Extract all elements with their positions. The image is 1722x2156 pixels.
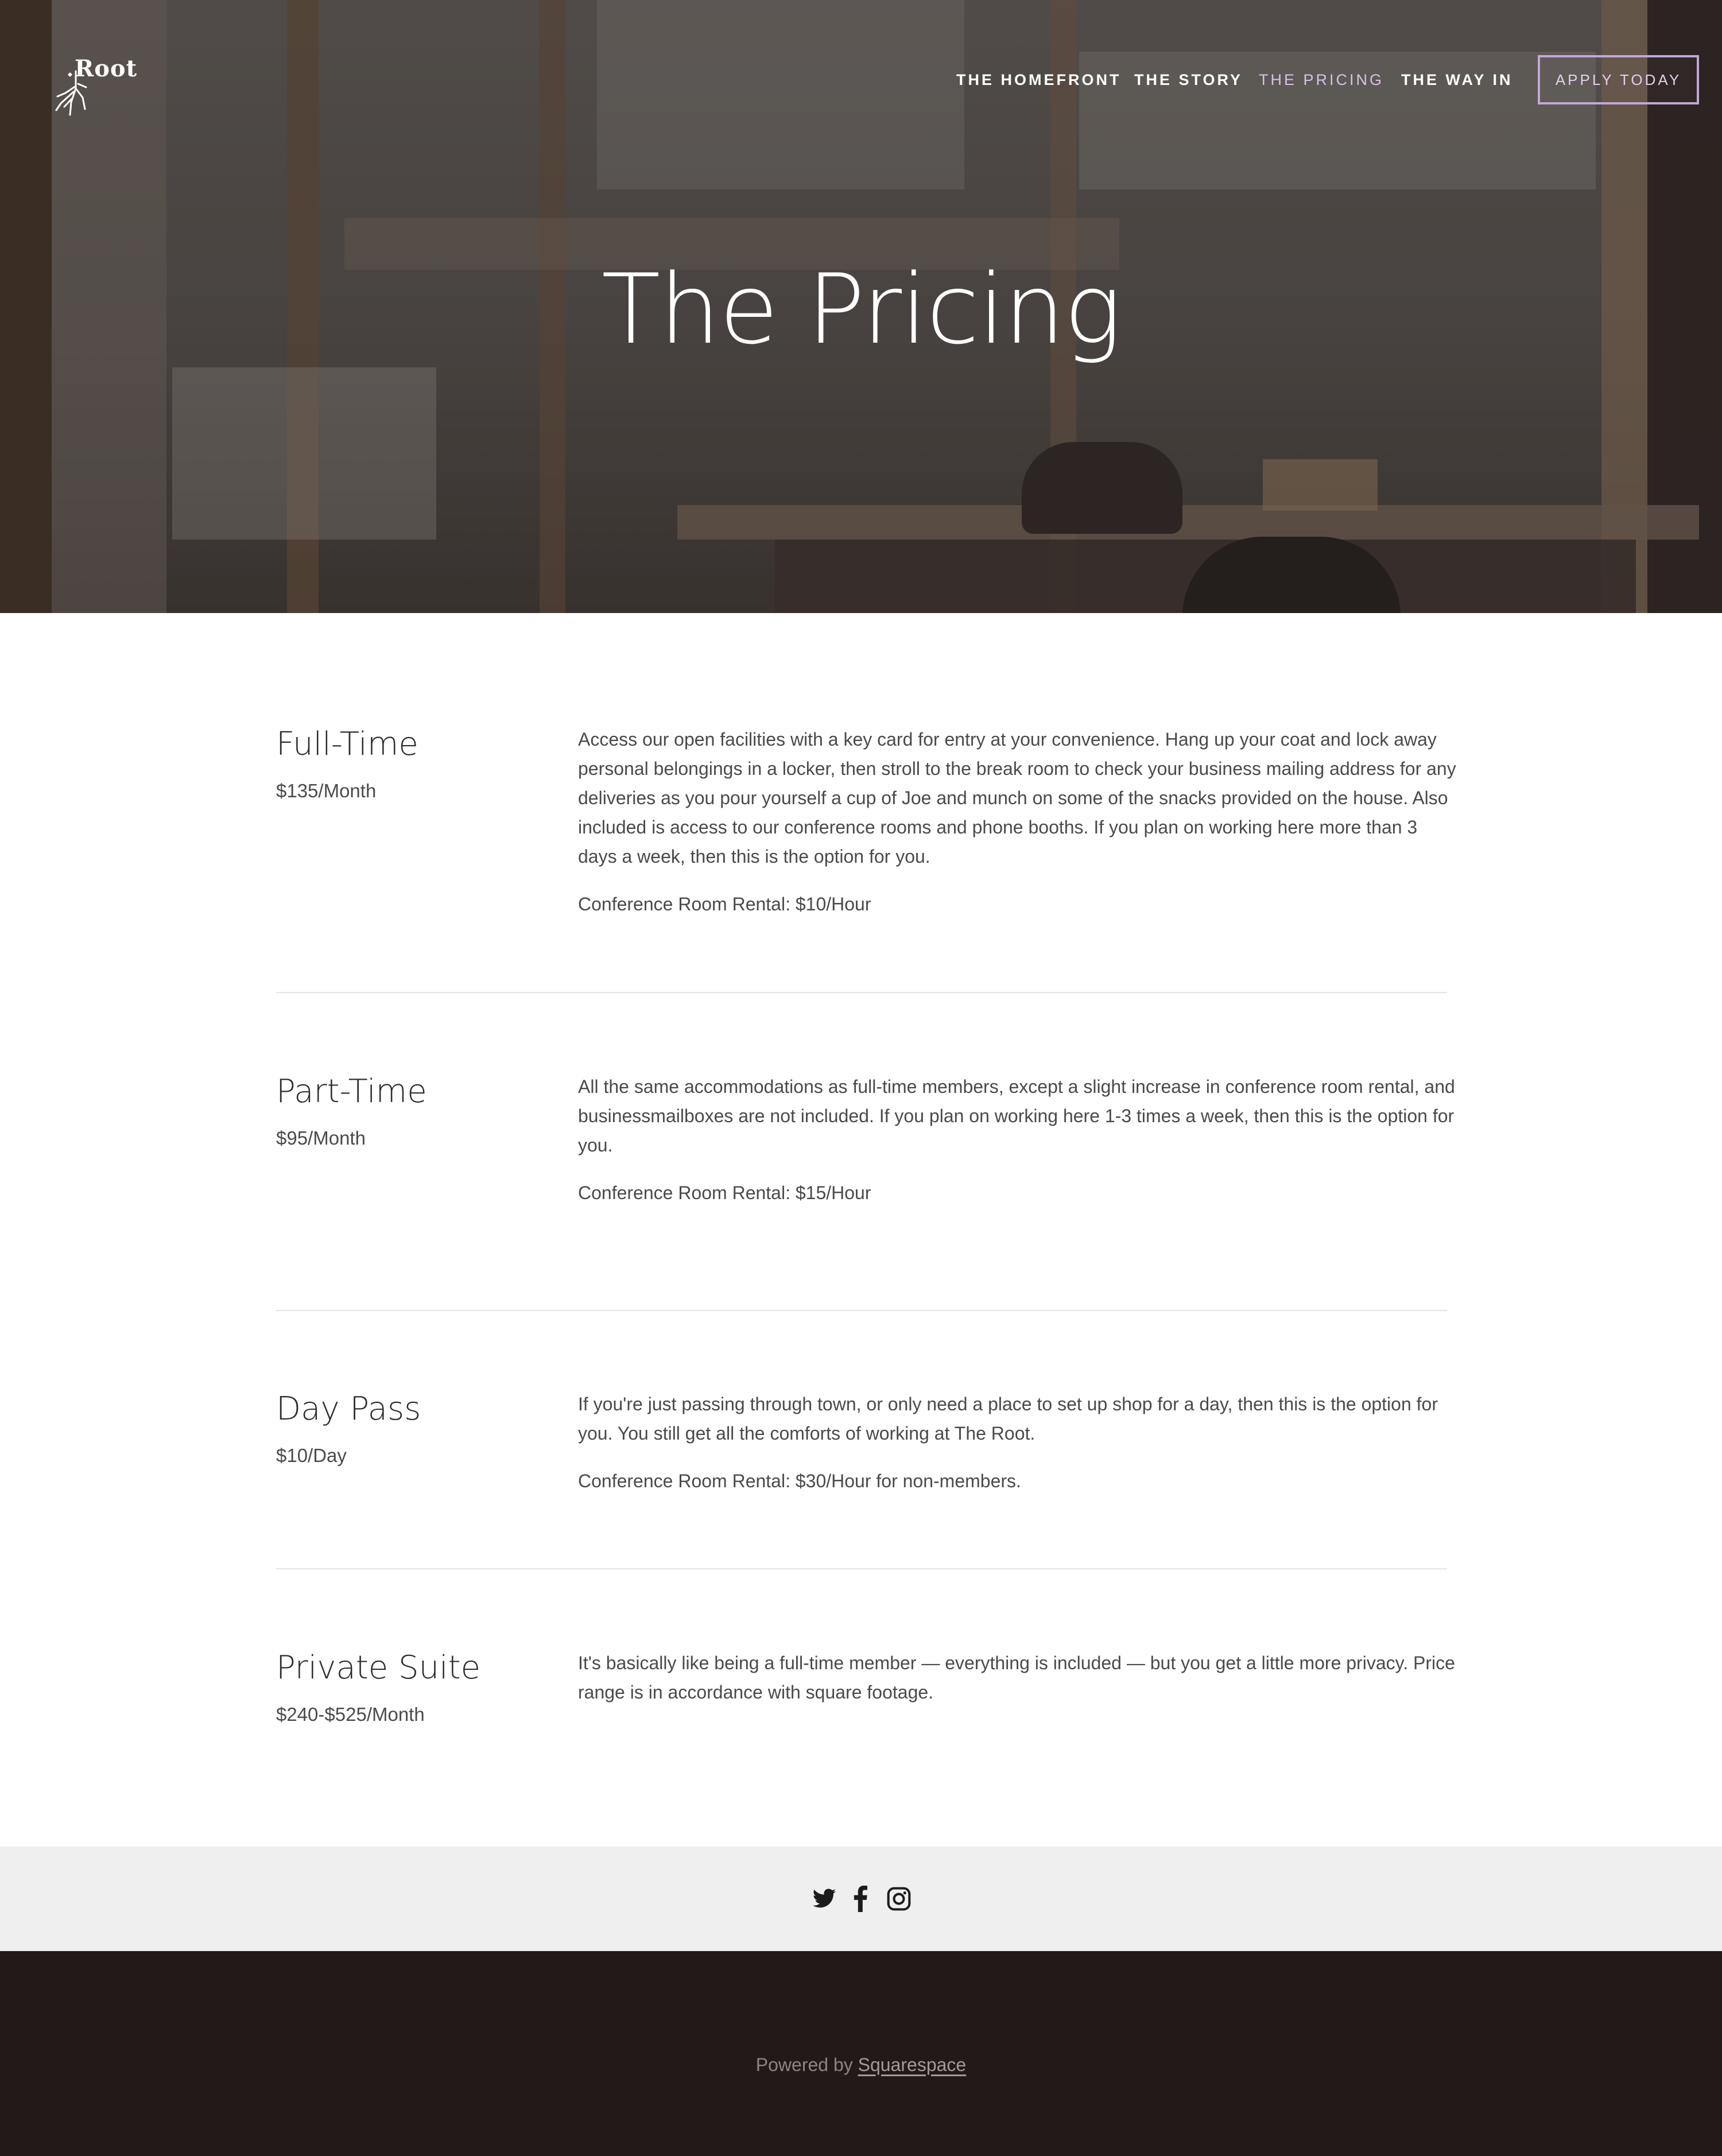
site-footer: Powered by Squarespace bbox=[0, 1951, 1722, 2156]
plan-price: $240-$525/Month bbox=[276, 1704, 425, 1725]
nav-link-story[interactable]: THE STORY bbox=[1134, 71, 1243, 89]
plan-private-suite: Private Suite $240-$525/Month It's basic… bbox=[276, 1649, 1455, 1740]
plan-name: Full-Time bbox=[276, 726, 418, 763]
plan-day-pass: Day Pass $10/Day If you're just passing … bbox=[276, 1390, 1447, 1504]
plan-name: Day Pass bbox=[276, 1390, 421, 1428]
social-icons bbox=[812, 1884, 913, 1913]
nav-link-way-in[interactable]: THE WAY IN bbox=[1401, 71, 1513, 89]
section-divider bbox=[276, 1310, 1447, 1311]
hero-banner: Root THE HOMEFRONT THE STORY THE PRICING… bbox=[0, 0, 1722, 613]
main-nav: THE HOMEFRONT THE STORY THE PRICING THE … bbox=[0, 55, 1722, 104]
squarespace-link[interactable]: Squarespace bbox=[858, 2054, 967, 2075]
section-divider bbox=[276, 992, 1447, 993]
conference-room-rental: Conference Room Rental: $10/Hour bbox=[578, 894, 871, 914]
plan-part-time: Part-Time $95/Month All the same accommo… bbox=[276, 1072, 1455, 1216]
nav-link-homefront[interactable]: THE HOMEFRONT bbox=[956, 71, 1122, 89]
plan-description: It's basically like being a full-time me… bbox=[578, 1653, 1455, 1703]
plan-body: All the same accommodations as full-time… bbox=[578, 1072, 1456, 1226]
powered-by-label: Powered by bbox=[755, 2054, 853, 2075]
powered-by: Powered by Squarespace bbox=[0, 2054, 1722, 2076]
nav-link-pricing[interactable]: THE PRICING bbox=[1259, 71, 1384, 89]
plan-body: Access our open facilities with a key ca… bbox=[578, 725, 1456, 937]
conference-room-rental: Conference Room Rental: $30/Hour for non… bbox=[578, 1471, 1021, 1491]
plan-body: It's basically like being a full-time me… bbox=[578, 1649, 1456, 1725]
social-links-bar bbox=[0, 1847, 1722, 1951]
page-title: The Pricing bbox=[601, 253, 1122, 366]
plan-price: $10/Day bbox=[276, 1445, 347, 1466]
plan-full-time: Full-Time $135/Month Access our open fac… bbox=[276, 725, 1456, 932]
plan-price: $135/Month bbox=[276, 780, 377, 801]
plan-name: Private Suite bbox=[276, 1649, 481, 1686]
conference-room-rental: Conference Room Rental: $15/Hour bbox=[578, 1182, 871, 1203]
instagram-icon[interactable] bbox=[886, 1884, 915, 1913]
twitter-icon[interactable] bbox=[812, 1884, 840, 1913]
facebook-icon[interactable] bbox=[852, 1884, 881, 1913]
plan-description: If you're just passing through town, or … bbox=[578, 1394, 1438, 1444]
plan-description: Access our open facilities with a key ca… bbox=[578, 729, 1456, 867]
plan-description: All the same accommodations as full-time… bbox=[578, 1076, 1455, 1155]
plan-price: $95/Month bbox=[276, 1127, 366, 1149]
plan-name: Part-Time bbox=[276, 1073, 427, 1110]
section-divider bbox=[276, 1568, 1447, 1569]
plan-body: If you're just passing through town, or … bbox=[578, 1390, 1456, 1514]
apply-today-button[interactable]: APPLY TODAY bbox=[1538, 55, 1699, 104]
